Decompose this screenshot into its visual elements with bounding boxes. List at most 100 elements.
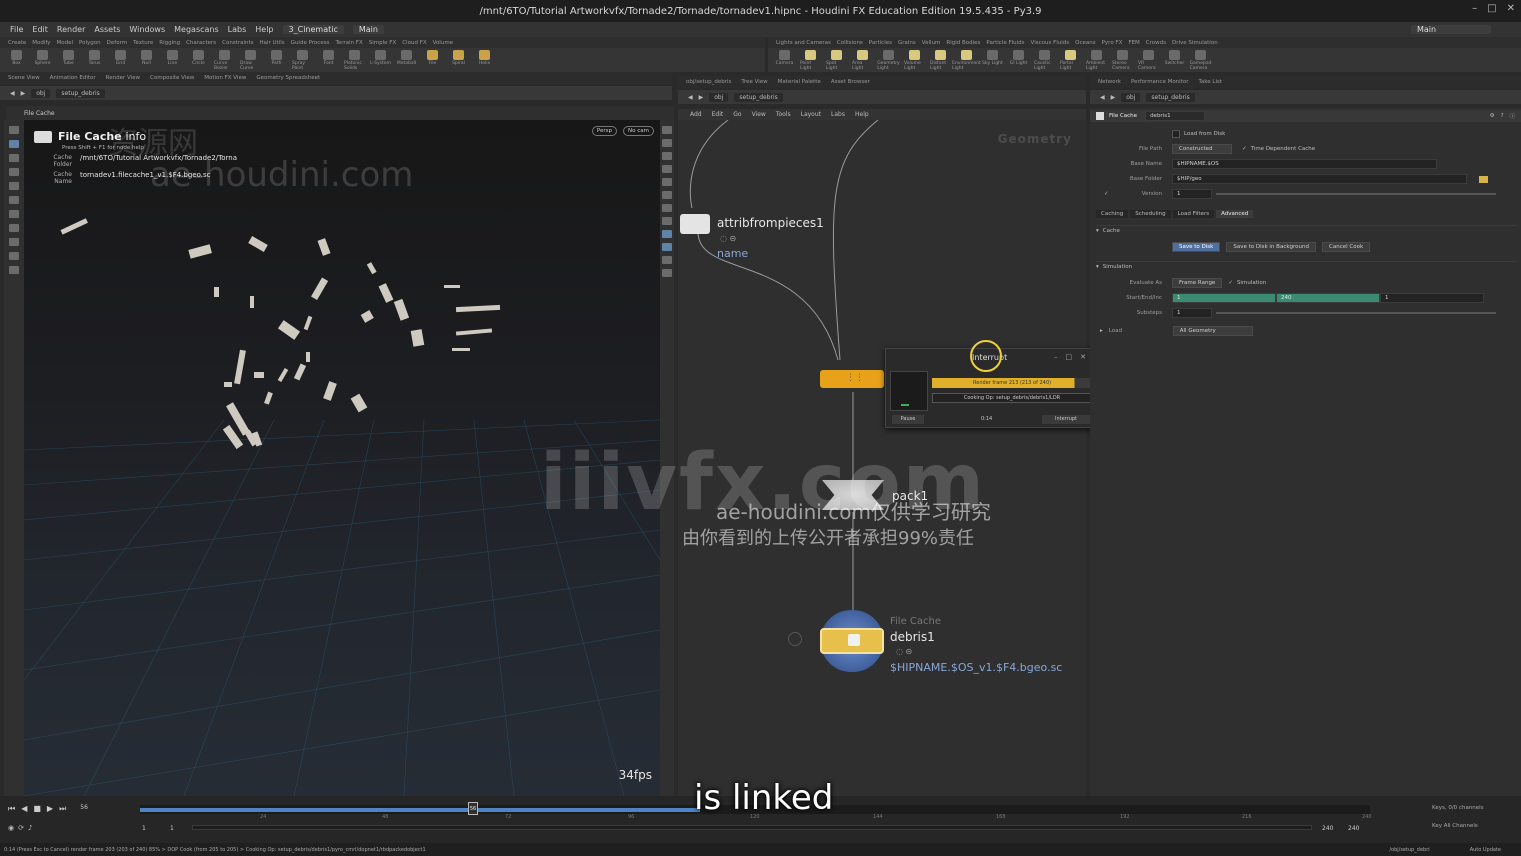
view-tool-icon[interactable]	[9, 140, 19, 148]
shelf-tool-stereo-camera[interactable]: Stereo Camera	[1112, 48, 1133, 71]
shelf-tool-caustic-light[interactable]: Caustic Light	[1034, 48, 1055, 71]
desktop-selector[interactable]: 3_Cinematic	[282, 25, 344, 34]
tab-load-filters[interactable]: Load Filters	[1172, 210, 1215, 218]
close-icon[interactable]: ✕	[1080, 353, 1086, 361]
net-menu-edit[interactable]: Edit	[712, 111, 724, 118]
shelf-tab[interactable]: Hair Utils	[260, 40, 285, 46]
menu-megascans[interactable]: Megascans	[174, 25, 219, 34]
shelf-tab[interactable]: Polygon	[79, 40, 101, 46]
end-frame-field-2[interactable]: 240	[1348, 825, 1359, 832]
shelf-tool-font[interactable]: Font	[318, 48, 339, 66]
tab-asset-browser[interactable]: Asset Browser	[831, 79, 870, 85]
version-slider[interactable]	[1216, 193, 1496, 195]
shading-icon[interactable]	[662, 139, 672, 147]
minimize-icon[interactable]: –	[1472, 3, 1477, 14]
base-name-field[interactable]: $HIPNAME.$OS	[1172, 159, 1437, 169]
shelf-tool-env-light[interactable]: Environment Light	[952, 48, 981, 71]
time-dependent-checkbox[interactable]: ✓	[1242, 146, 1247, 152]
path-obj[interactable]: obj	[709, 92, 729, 102]
handle-tool-icon[interactable]	[9, 196, 19, 204]
start-frame-field-2[interactable]: 1	[170, 825, 174, 832]
shelf-tab[interactable]: Create	[8, 40, 26, 46]
info-icon[interactable]: ⓘ	[1509, 112, 1515, 120]
template-icon[interactable]	[662, 269, 672, 277]
menu-windows[interactable]: Windows	[129, 25, 165, 34]
shelf-tool-lsystem[interactable]: L-System	[370, 48, 391, 66]
path-setup-debris[interactable]: setup_debris	[1146, 92, 1195, 102]
node-input-connector[interactable]	[788, 632, 802, 646]
pause-button[interactable]: Pause	[892, 415, 924, 424]
shelf-tab[interactable]: Rigging	[159, 40, 180, 46]
shelf-tab[interactable]: Constraints	[222, 40, 253, 46]
shelf-tab[interactable]: Cloud FX	[402, 40, 426, 46]
pose-tool-icon[interactable]	[9, 210, 19, 218]
shelf-tab[interactable]: Particles	[869, 40, 892, 46]
shelf-tool-portal-light[interactable]: Portal Light	[1060, 48, 1081, 71]
shelf-tab[interactable]: Guide Process	[291, 40, 330, 46]
shelf-tool-torus[interactable]: Torus	[84, 48, 105, 66]
scene-viewport[interactable]: File Cache info Press Shift + F1 for nod…	[24, 120, 660, 796]
node-name-field[interactable]: debris1	[1145, 111, 1206, 121]
net-menu-add[interactable]: Add	[690, 111, 702, 118]
shelf-tool-null[interactable]: Null	[136, 48, 157, 66]
normals-icon[interactable]	[662, 191, 672, 199]
shelf-tab[interactable]: Particle Fluids	[986, 40, 1024, 46]
evaluate-as-menu[interactable]: Frame Range	[1172, 278, 1223, 288]
shelf-tool-line[interactable]: Line	[162, 48, 183, 66]
display-options-icon[interactable]	[662, 126, 672, 134]
shelf-tool-spiral[interactable]: Spiral	[448, 48, 469, 66]
snap-tool-icon[interactable]	[9, 252, 19, 260]
shelf-tool-distant-light[interactable]: Distant Light	[930, 48, 951, 71]
skip-end-icon[interactable]: ⏭	[59, 804, 66, 814]
shelf-tab[interactable]: Modify	[32, 40, 50, 46]
lighting-icon[interactable]	[662, 152, 672, 160]
shelf-tool-gi-light[interactable]: GI Light	[1008, 48, 1029, 66]
menu-file[interactable]: File	[10, 25, 23, 34]
shelf-tab[interactable]: Vellum	[922, 40, 941, 46]
filecache-node[interactable]	[820, 628, 884, 654]
shelf-tab[interactable]: Characters	[186, 40, 216, 46]
menu-labs[interactable]: Labs	[228, 25, 247, 34]
inc-field[interactable]: 1	[1380, 293, 1484, 303]
version-field[interactable]: 1	[1172, 189, 1212, 199]
wireframe-icon[interactable]	[662, 204, 672, 212]
frame-field[interactable]: 56	[80, 804, 88, 814]
shelf-tab[interactable]: Drive Simulation	[1172, 40, 1218, 46]
net-menu-tools[interactable]: Tools	[776, 111, 791, 118]
save-background-button[interactable]: Save to Disk in Background	[1226, 242, 1316, 252]
shelf-tab[interactable]: Viscous Fluids	[1031, 40, 1070, 46]
shelf-tool-geometry-light[interactable]: Geometry Light	[877, 48, 900, 71]
forward-arrow-icon[interactable]: ▶	[1111, 94, 1116, 101]
back-arrow-icon[interactable]: ◀	[1100, 94, 1105, 101]
net-menu-go[interactable]: Go	[733, 111, 741, 118]
tab-take-list[interactable]: Take List	[1198, 79, 1222, 85]
ghost-icon[interactable]	[662, 256, 672, 264]
shelf-tab[interactable]: Rigid Bodies	[946, 40, 980, 46]
shelf-tab[interactable]: Grains	[898, 40, 916, 46]
tab-geometry-spreadsheet[interactable]: Geometry Spreadsheet	[256, 75, 320, 81]
maximize-icon[interactable]: □	[1487, 3, 1496, 14]
substeps-field[interactable]: 1	[1172, 308, 1212, 318]
tab-advanced[interactable]: Advanced	[1216, 210, 1254, 218]
shelf-tool-metaball[interactable]: Metaball	[396, 48, 417, 66]
bounding-box-icon[interactable]	[662, 217, 672, 225]
shelf-tab[interactable]: Model	[57, 40, 74, 46]
scale-tool-icon[interactable]	[9, 182, 19, 190]
menu-assets[interactable]: Assets	[94, 25, 120, 34]
back-arrow-icon[interactable]: ◀	[10, 90, 15, 97]
shelf-tool-spot-light[interactable]: Spot Light	[826, 48, 847, 71]
tab-performance-monitor[interactable]: Performance Monitor	[1131, 79, 1189, 85]
shelf-tool-sphere[interactable]: Sphere	[32, 48, 53, 66]
shelf-tool-spray-paint[interactable]: Spray Paint	[292, 48, 313, 71]
folder-icon[interactable]	[1479, 175, 1488, 183]
shelf-tool-curve[interactable]: Curve Bezier	[214, 48, 235, 71]
auto-update-button[interactable]: Auto Update	[1470, 847, 1501, 853]
shelf-tool-camera[interactable]: Camera	[774, 48, 795, 66]
snap-grid-icon[interactable]	[662, 230, 672, 238]
shelf-tool-grid[interactable]: Grid	[110, 48, 131, 66]
end-field[interactable]: 240	[1276, 293, 1380, 303]
shelf-tab[interactable]: Volume	[433, 40, 453, 46]
substeps-slider[interactable]	[1216, 312, 1496, 314]
forward-arrow-icon[interactable]: ▶	[699, 94, 704, 101]
shelf-tool-sky-light[interactable]: Sky Light	[982, 48, 1003, 66]
